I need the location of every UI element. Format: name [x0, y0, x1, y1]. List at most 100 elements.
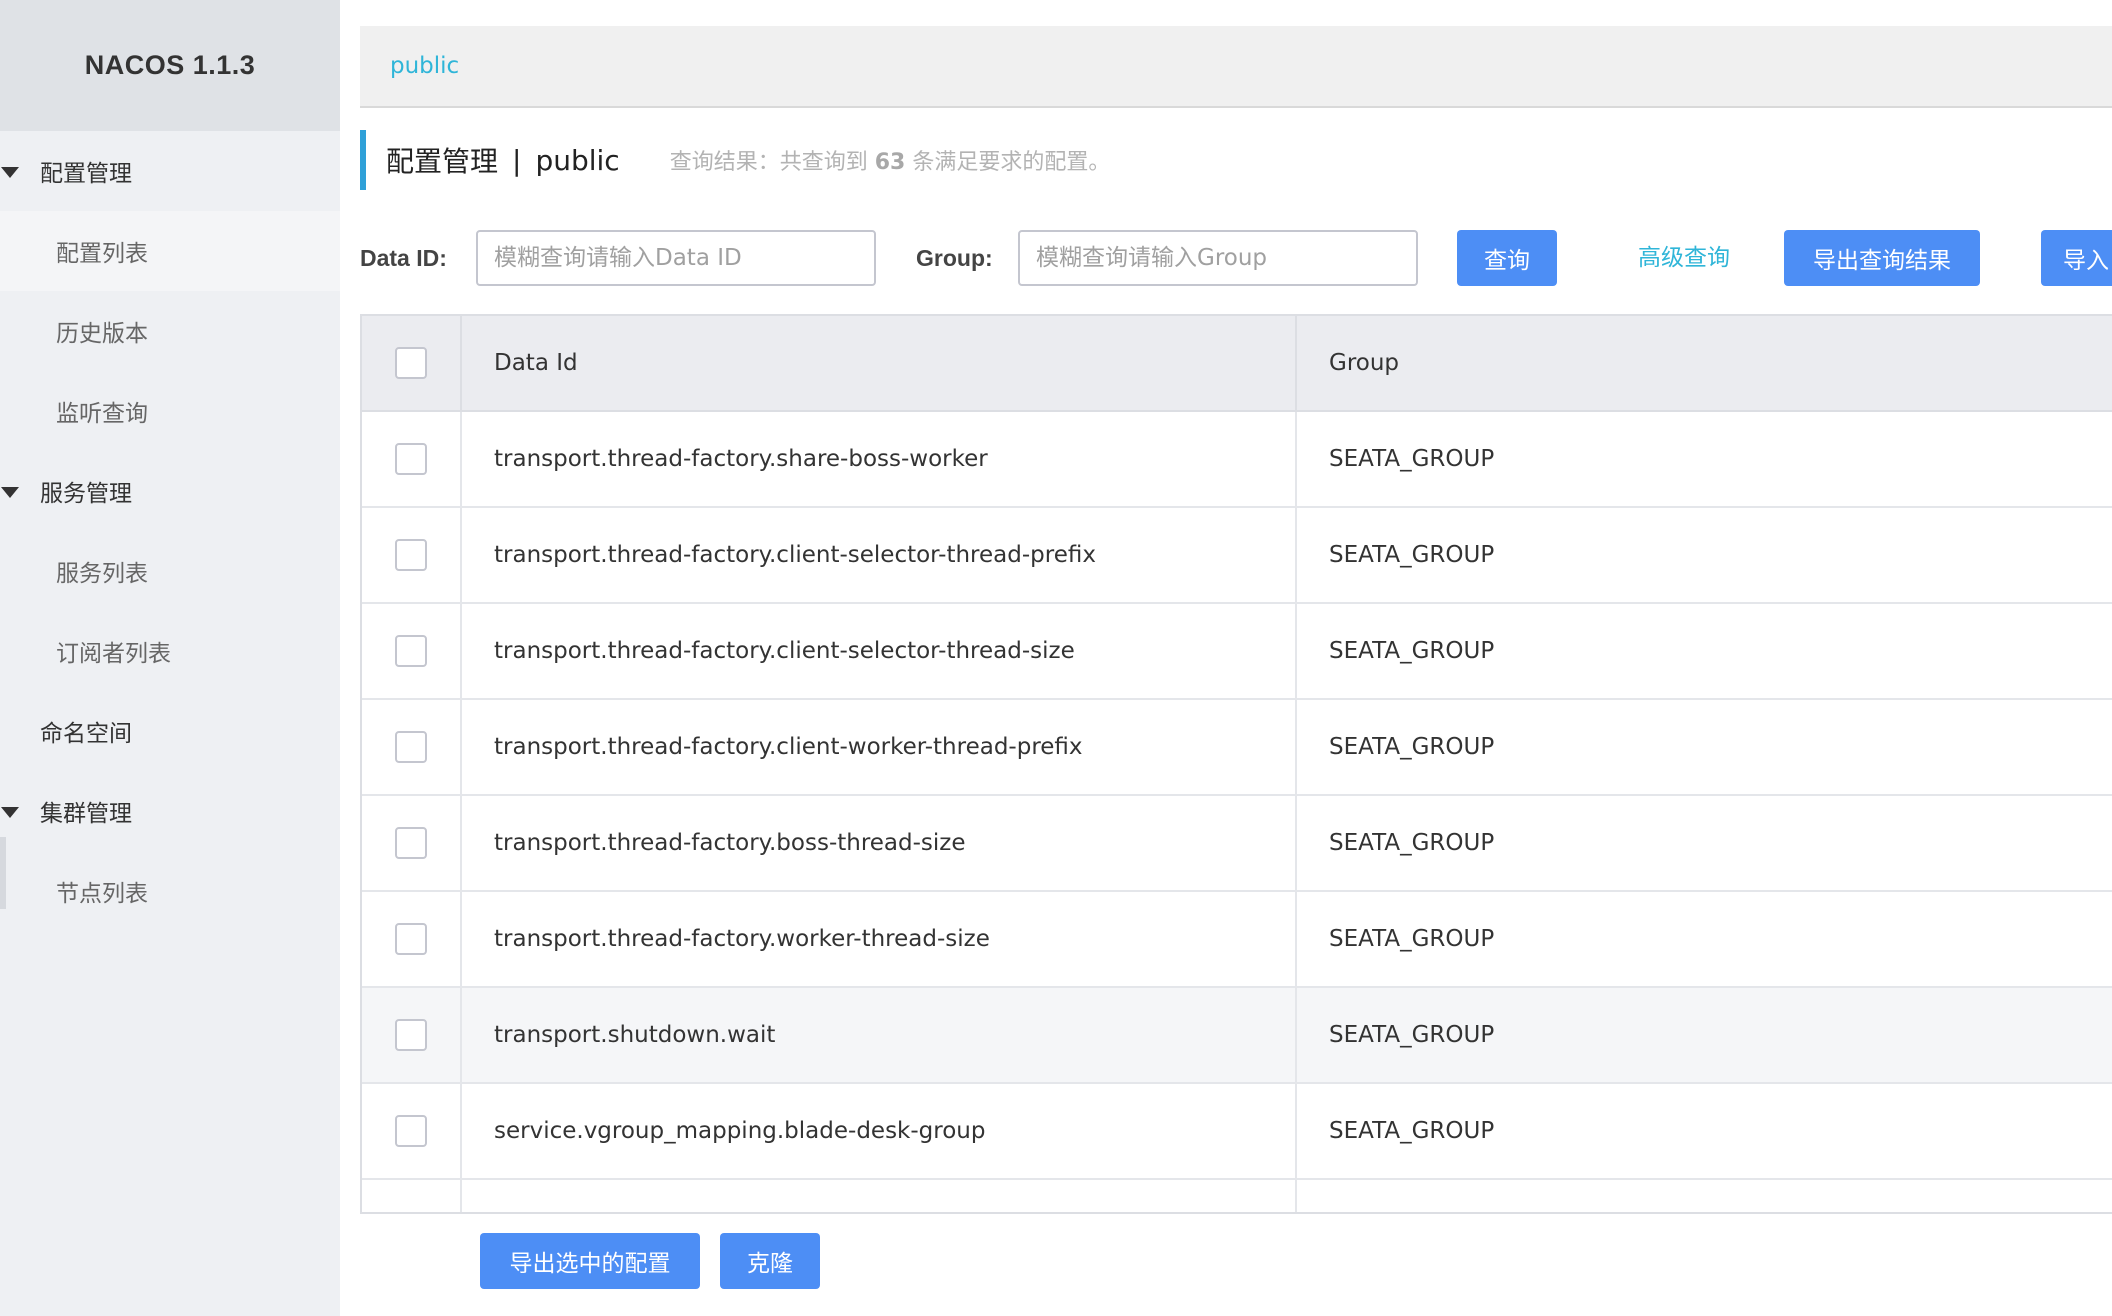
cell-group: SEATA_GROUP — [1329, 446, 1495, 472]
column-header-group: Group — [1329, 350, 1400, 376]
row-checkbox[interactable] — [395, 443, 427, 475]
table-row-partial[interactable] — [362, 1180, 2112, 1212]
table-header-row: Data Id Group — [362, 316, 2112, 412]
search-form: Data ID: Group: 查询 高级查询 导出查询结果 导入 — [360, 230, 2112, 286]
sidebar-item-label: 历史版本 — [56, 321, 148, 347]
column-header-data-id: Data Id — [462, 316, 1297, 410]
sidebar-item-namespace[interactable]: 命名空间 — [0, 691, 340, 771]
title-accent-bar — [360, 130, 366, 190]
group-label: Group: — [916, 245, 993, 271]
cell-group: SEATA_GROUP — [1329, 734, 1495, 760]
data-id-input[interactable] — [476, 230, 876, 286]
sidebar-item-label: 配置列表 — [56, 241, 148, 267]
row-checkbox-cell — [362, 1180, 462, 1212]
cell-data-id: transport.thread-factory.client-worker-t… — [462, 700, 1297, 794]
nav-group-cluster[interactable]: 集群管理 — [0, 771, 340, 851]
result-count: 63 — [874, 150, 906, 175]
row-checkbox-cell — [362, 604, 462, 698]
cell-group: SEATA_GROUP — [1329, 638, 1495, 664]
nav-group-label: 服务管理 — [40, 481, 132, 507]
sidebar-item-label: 命名空间 — [40, 721, 132, 747]
nav-group-label: 集群管理 — [40, 801, 132, 827]
row-checkbox-cell — [362, 700, 462, 794]
row-checkbox[interactable] — [395, 731, 427, 763]
table-row[interactable]: transport.thread-factory.client-selector… — [362, 508, 2112, 604]
sidebar-item-service-list[interactable]: 服务列表 — [0, 531, 340, 611]
main-content: public 配置管理 | public 查询结果：共查询到 63 条满足要求的… — [360, 0, 2112, 1316]
query-button[interactable]: 查询 — [1457, 230, 1557, 286]
caret-down-icon — [1, 167, 19, 178]
row-checkbox[interactable] — [395, 827, 427, 859]
namespace-link-public[interactable]: public — [390, 53, 459, 79]
clone-button[interactable]: 克隆 — [720, 1233, 820, 1289]
advanced-query-link[interactable]: 高级查询 — [1638, 230, 1730, 286]
page-header: 配置管理 | public 查询结果：共查询到 63 条满足要求的配置。 — [360, 130, 2112, 190]
row-checkbox-cell — [362, 1084, 462, 1178]
sidebar-item-label: 节点列表 — [56, 881, 148, 907]
cell-data-id: transport.thread-factory.client-selector… — [462, 508, 1297, 602]
row-checkbox-cell — [362, 796, 462, 890]
row-checkbox[interactable] — [395, 1019, 427, 1051]
cell-data-id: service.vgroup_mapping.blade-desk-group — [462, 1084, 1297, 1178]
import-button[interactable]: 导入 — [2041, 230, 2112, 286]
export-selected-button[interactable]: 导出选中的配置 — [480, 1233, 700, 1289]
table-row[interactable]: transport.shutdown.wait SEATA_GROUP — [362, 988, 2112, 1084]
row-checkbox-cell — [362, 412, 462, 506]
app-logo: NACOS 1.1.3 — [0, 0, 340, 131]
cell-data-id: transport.thread-factory.share-boss-work… — [462, 412, 1297, 506]
sidebar-item-label: 监听查询 — [56, 401, 148, 427]
export-results-button[interactable]: 导出查询结果 — [1784, 230, 1980, 286]
page-namespace: public — [535, 143, 620, 177]
cell-group — [1297, 1180, 2112, 1212]
cell-group: SEATA_GROUP — [1329, 830, 1495, 856]
app: NACOS 1.1.3 配置管理 配置列表 历史版本 监听查询 服务管理 服务列… — [0, 0, 2112, 1316]
data-id-label: Data ID: — [360, 245, 447, 271]
cell-group: SEATA_GROUP — [1329, 542, 1495, 568]
sidebar-item-label: 服务列表 — [56, 561, 148, 587]
caret-down-icon — [1, 487, 19, 498]
cell-data-id: transport.thread-factory.client-selector… — [462, 604, 1297, 698]
row-checkbox-cell — [362, 508, 462, 602]
result-suffix: 条满足要求的配置。 — [912, 150, 1111, 175]
row-checkbox[interactable] — [395, 1115, 427, 1147]
nav-group-service[interactable]: 服务管理 — [0, 451, 340, 531]
cell-data-id: transport.thread-factory.boss-thread-siz… — [462, 796, 1297, 890]
row-checkbox[interactable] — [395, 539, 427, 571]
row-checkbox[interactable] — [395, 635, 427, 667]
query-result-summary: 查询结果：共查询到 63 条满足要求的配置。 — [670, 144, 1111, 176]
title-separator: | — [512, 143, 522, 177]
group-input[interactable] — [1018, 230, 1418, 286]
sidebar-item-label: 订阅者列表 — [56, 641, 171, 667]
cell-group: SEATA_GROUP — [1329, 1022, 1495, 1048]
row-checkbox-cell — [362, 988, 462, 1082]
table-row[interactable]: service.vgroup_mapping.blade-desk-group … — [362, 1084, 2112, 1180]
table-row[interactable]: transport.thread-factory.share-boss-work… — [362, 412, 2112, 508]
cell-data-id: transport.shutdown.wait — [462, 988, 1297, 1082]
sidebar-scroll-marker — [0, 837, 6, 909]
table-row[interactable]: transport.thread-factory.client-selector… — [362, 604, 2112, 700]
table-row[interactable]: transport.thread-factory.worker-thread-s… — [362, 892, 2112, 988]
sidebar-item-listener-query[interactable]: 监听查询 — [0, 371, 340, 451]
caret-down-icon — [1, 807, 19, 818]
nav-group-label: 配置管理 — [40, 161, 132, 187]
row-checkbox[interactable] — [395, 923, 427, 955]
result-prefix: 查询结果：共查询到 — [669, 150, 868, 175]
page-title: 配置管理 — [386, 145, 499, 178]
table-row[interactable]: transport.thread-factory.client-worker-t… — [362, 700, 2112, 796]
header-checkbox-cell — [362, 316, 462, 410]
row-checkbox-cell — [362, 892, 462, 986]
sidebar-item-history[interactable]: 历史版本 — [0, 291, 340, 371]
cell-data-id: transport.thread-factory.worker-thread-s… — [462, 892, 1297, 986]
sidebar-item-config-list[interactable]: 配置列表 — [0, 211, 340, 291]
nav-group-config[interactable]: 配置管理 — [0, 131, 340, 211]
cell-group: SEATA_GROUP — [1329, 1118, 1495, 1144]
select-all-checkbox[interactable] — [395, 347, 427, 379]
config-table: Data Id Group transport.thread-factory.s… — [360, 314, 2112, 1214]
cell-group: SEATA_GROUP — [1329, 926, 1495, 952]
sidebar-item-node-list[interactable]: 节点列表 — [0, 851, 340, 931]
table-row[interactable]: transport.thread-factory.boss-thread-siz… — [362, 796, 2112, 892]
sidebar: NACOS 1.1.3 配置管理 配置列表 历史版本 监听查询 服务管理 服务列… — [0, 0, 340, 1316]
cell-data-id — [462, 1180, 1297, 1212]
namespace-bar: public — [360, 26, 2112, 108]
sidebar-item-subscriber-list[interactable]: 订阅者列表 — [0, 611, 340, 691]
